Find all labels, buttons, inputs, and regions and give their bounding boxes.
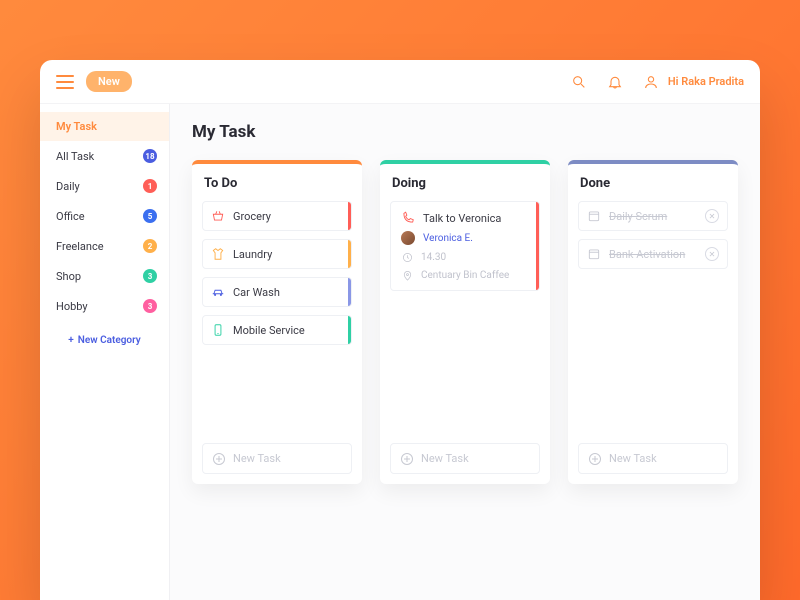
search-icon[interactable] bbox=[570, 73, 588, 91]
task-assignee-row: Veronica E. bbox=[401, 231, 529, 245]
task-card[interactable]: Grocery bbox=[202, 201, 352, 231]
sidebar-badge: 1 bbox=[143, 179, 157, 193]
task-label: Car Wash bbox=[233, 286, 280, 299]
sidebar-badge: 2 bbox=[143, 239, 157, 253]
new-category-button[interactable]: + New Category bbox=[40, 335, 169, 346]
phone-icon bbox=[211, 323, 225, 337]
new-task-label: New Task bbox=[233, 452, 281, 465]
app-window: New Hi Raka Pradita My Task All Task 18 … bbox=[40, 60, 760, 600]
sidebar-item-hobby[interactable]: Hobby 3 bbox=[40, 291, 169, 321]
new-task-label: New Task bbox=[421, 452, 469, 465]
task-card[interactable]: Mobile Service bbox=[202, 315, 352, 345]
dismiss-icon[interactable]: ✕ bbox=[705, 247, 719, 261]
task-card[interactable]: Car Wash bbox=[202, 277, 352, 307]
sidebar: My Task All Task 18 Daily 1 Office 5 Fre… bbox=[40, 104, 170, 600]
main: My Task To Do Grocery Laundry bbox=[170, 104, 760, 600]
task-label: Bank Activation bbox=[609, 248, 685, 261]
task-card[interactable]: Talk to Veronica Veronica E. 14.30 bbox=[390, 201, 540, 291]
dismiss-icon[interactable]: ✕ bbox=[705, 209, 719, 223]
board: To Do Grocery Laundry Car Wash bbox=[192, 160, 738, 484]
column-title: To Do bbox=[202, 174, 352, 201]
bell-icon[interactable] bbox=[606, 73, 624, 91]
task-card[interactable]: Laundry bbox=[202, 239, 352, 269]
user-icon[interactable] bbox=[642, 73, 660, 91]
shirt-icon bbox=[211, 247, 225, 261]
task-location-row: Centuary Bin Caffee bbox=[401, 269, 529, 281]
task-card[interactable]: Bank Activation ✕ bbox=[578, 239, 728, 269]
stripe bbox=[348, 240, 351, 268]
column-title: Doing bbox=[390, 174, 540, 201]
task-time: 14.30 bbox=[421, 252, 446, 263]
sidebar-item-label: Shop bbox=[56, 270, 81, 283]
task-label: Daily Scrum bbox=[609, 210, 667, 223]
stripe bbox=[348, 278, 351, 306]
topbar: New Hi Raka Pradita bbox=[40, 60, 760, 104]
sidebar-item-label: My Task bbox=[56, 120, 97, 133]
greeting-label: Hi Raka Pradita bbox=[668, 75, 744, 88]
new-button[interactable]: New bbox=[86, 71, 132, 92]
column-title: Done bbox=[578, 174, 728, 201]
new-task-label: New Task bbox=[609, 452, 657, 465]
clock-icon bbox=[401, 251, 413, 263]
stripe bbox=[536, 202, 539, 290]
body: My Task All Task 18 Daily 1 Office 5 Fre… bbox=[40, 104, 760, 600]
task-label: Mobile Service bbox=[233, 324, 305, 337]
task-time-row: 14.30 bbox=[401, 251, 529, 263]
sidebar-badge: 5 bbox=[143, 209, 157, 223]
sidebar-item-my-task[interactable]: My Task bbox=[40, 112, 169, 141]
pin-icon bbox=[401, 269, 413, 281]
new-task-button[interactable]: New Task bbox=[202, 443, 352, 474]
new-category-label: New Category bbox=[78, 335, 141, 346]
column-doing: Doing Talk to Veronica Veronica E. 1 bbox=[380, 160, 550, 484]
task-location: Centuary Bin Caffee bbox=[421, 270, 509, 281]
sidebar-item-daily[interactable]: Daily 1 bbox=[40, 171, 169, 201]
stripe bbox=[348, 202, 351, 230]
calendar-icon bbox=[587, 209, 601, 223]
sidebar-item-label: Hobby bbox=[56, 300, 88, 313]
sidebar-item-label: Daily bbox=[56, 180, 80, 193]
stripe bbox=[348, 316, 351, 344]
task-label: Grocery bbox=[233, 210, 271, 223]
column-todo: To Do Grocery Laundry Car Wash bbox=[192, 160, 362, 484]
basket-icon bbox=[211, 209, 225, 223]
plus-circle-icon bbox=[589, 453, 601, 465]
sidebar-badge: 18 bbox=[143, 149, 157, 163]
sidebar-item-office[interactable]: Office 5 bbox=[40, 201, 169, 231]
task-card[interactable]: Daily Scrum ✕ bbox=[578, 201, 728, 231]
task-label: Laundry bbox=[233, 248, 272, 261]
assignee-name: Veronica E. bbox=[423, 233, 473, 244]
page-title: My Task bbox=[192, 122, 738, 142]
calendar-icon bbox=[587, 247, 601, 261]
plus-icon: + bbox=[68, 335, 74, 346]
new-task-button[interactable]: New Task bbox=[578, 443, 728, 474]
new-task-button[interactable]: New Task bbox=[390, 443, 540, 474]
avatar bbox=[401, 231, 415, 245]
sidebar-item-label: Office bbox=[56, 210, 85, 223]
task-label: Talk to Veronica bbox=[423, 212, 501, 225]
sidebar-item-all-task[interactable]: All Task 18 bbox=[40, 141, 169, 171]
car-icon bbox=[211, 285, 225, 299]
sidebar-badge: 3 bbox=[143, 299, 157, 313]
sidebar-item-shop[interactable]: Shop 3 bbox=[40, 261, 169, 291]
sidebar-item-label: Freelance bbox=[56, 240, 104, 253]
sidebar-item-freelance[interactable]: Freelance 2 bbox=[40, 231, 169, 261]
plus-circle-icon bbox=[401, 453, 413, 465]
sidebar-item-label: All Task bbox=[56, 150, 94, 163]
sidebar-badge: 3 bbox=[143, 269, 157, 283]
hamburger-icon[interactable] bbox=[56, 75, 74, 89]
call-icon bbox=[401, 211, 415, 225]
plus-circle-icon bbox=[213, 453, 225, 465]
column-done: Done Daily Scrum ✕ Bank Activation ✕ bbox=[568, 160, 738, 484]
